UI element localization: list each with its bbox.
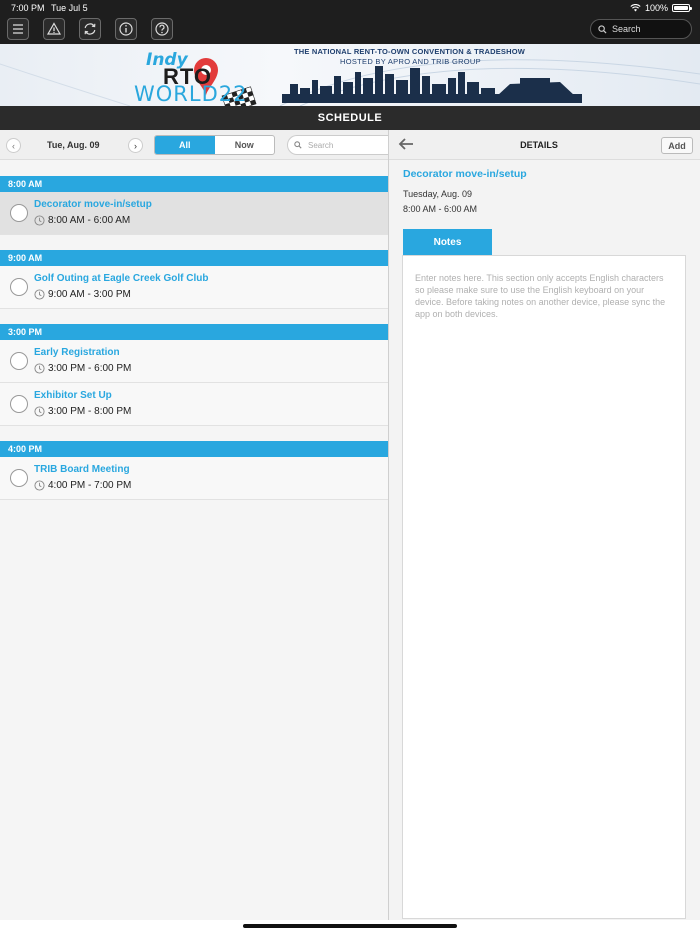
- clock-icon: [34, 215, 45, 226]
- schedule-pane: ‹ Tue, Aug. 09 › All Now Search 8:00 AM …: [0, 130, 388, 920]
- menu-button[interactable]: [7, 18, 29, 40]
- sync-button[interactable]: [79, 18, 101, 40]
- help-icon: [155, 22, 169, 36]
- banner-host: HOSTED BY APRO AND TRIB GROUP: [340, 57, 481, 66]
- search-icon: [294, 141, 302, 149]
- battery-percent: 100%: [644, 3, 668, 13]
- chevron-right-icon: ›: [134, 140, 137, 151]
- menu-icon: [13, 24, 23, 34]
- date-toolbar: ‹ Tue, Aug. 09 › All Now Search: [0, 130, 388, 160]
- status-indicators: 100%: [630, 3, 692, 13]
- event-row[interactable]: Exhibitor Set Up 3:00 PM - 8:00 PM: [0, 383, 388, 426]
- event-name: Decorator move-in/setup: [34, 199, 152, 210]
- search-icon: [598, 24, 607, 34]
- page-title-bar: SCHEDULE: [0, 106, 700, 130]
- status-time: 7:00 PM: [11, 3, 45, 13]
- time-section-header: 4:00 PM: [0, 441, 388, 457]
- help-button[interactable]: [151, 18, 173, 40]
- details-pane: DETAILS Add Decorator move-in/setup Tues…: [389, 130, 700, 920]
- filter-all-tab[interactable]: All: [155, 136, 215, 154]
- battery-icon: [672, 4, 692, 12]
- info-button[interactable]: [115, 18, 137, 40]
- event-name: Early Registration: [34, 347, 120, 358]
- add-button[interactable]: Add: [661, 137, 693, 154]
- event-time: 8:00 AM - 6:00 AM: [48, 215, 131, 226]
- event-time: 4:00 PM - 7:00 PM: [48, 480, 132, 491]
- search-placeholder: Search: [308, 140, 334, 150]
- attend-checkbox[interactable]: [10, 469, 28, 487]
- banner-tagline: THE NATIONAL RENT-TO-OWN CONVENTION & TR…: [294, 47, 526, 56]
- logo-world: WORLD22: [134, 82, 248, 106]
- chevron-left-icon: ‹: [12, 140, 15, 151]
- home-indicator[interactable]: [243, 924, 457, 928]
- event-row[interactable]: Golf Outing at Eagle Creek Golf Club 9:0…: [0, 266, 388, 309]
- global-search-input[interactable]: Search: [590, 19, 692, 39]
- event-time: 3:00 PM - 6:00 PM: [48, 363, 132, 374]
- time-section-header: 3:00 PM: [0, 324, 388, 340]
- top-toolbar: 7:00 PM Tue Jul 5 100% Search: [0, 0, 700, 44]
- attend-checkbox[interactable]: [10, 395, 28, 413]
- previous-day-button[interactable]: ‹: [6, 138, 21, 153]
- status-date: Tue Jul 5: [51, 3, 88, 13]
- detail-event-time: 8:00 AM - 6:00 AM: [403, 204, 478, 214]
- attend-checkbox[interactable]: [10, 352, 28, 370]
- clock-icon: [34, 480, 45, 491]
- sync-icon: [84, 23, 96, 35]
- event-name: Golf Outing at Eagle Creek Golf Club: [34, 273, 209, 284]
- details-toolbar: DETAILS Add: [389, 130, 700, 160]
- filter-segmented-control: All Now: [154, 135, 275, 155]
- event-time: 3:00 PM - 8:00 PM: [48, 406, 132, 417]
- current-date: Tue, Aug. 09: [47, 140, 100, 150]
- info-icon: [119, 22, 133, 36]
- event-name: TRIB Board Meeting: [34, 464, 130, 475]
- clock-icon: [34, 363, 45, 374]
- tab-notes[interactable]: Notes: [403, 229, 492, 255]
- event-row[interactable]: Early Registration 3:00 PM - 6:00 PM: [0, 340, 388, 383]
- event-banner: Indy RTO WORLD22 THE NATIONAL RENT-TO-OW…: [0, 44, 700, 106]
- event-name: Exhibitor Set Up: [34, 390, 112, 401]
- filter-now-tab[interactable]: Now: [215, 136, 275, 154]
- alerts-button[interactable]: [43, 18, 65, 40]
- detail-event-date: Tuesday, Aug. 09: [403, 189, 473, 199]
- alert-icon: [46, 22, 62, 35]
- notes-placeholder: Enter notes here. This section only acce…: [415, 273, 666, 319]
- search-placeholder: Search: [612, 24, 641, 34]
- event-row[interactable]: Decorator move-in/setup 8:00 AM - 6:00 A…: [0, 192, 388, 235]
- event-time: 9:00 AM - 3:00 PM: [48, 289, 131, 300]
- details-title: DETAILS: [520, 140, 558, 150]
- time-section-header: 8:00 AM: [0, 176, 388, 192]
- time-section-header: 9:00 AM: [0, 250, 388, 266]
- event-row[interactable]: TRIB Board Meeting 4:00 PM - 7:00 PM: [0, 457, 388, 500]
- clock-icon: [34, 406, 45, 417]
- page-title: SCHEDULE: [317, 112, 383, 124]
- next-day-button[interactable]: ›: [128, 138, 143, 153]
- detail-event-name: Decorator move-in/setup: [403, 168, 527, 180]
- wifi-icon: [630, 4, 641, 12]
- attend-checkbox[interactable]: [10, 204, 28, 222]
- notes-textarea[interactable]: Enter notes here. This section only acce…: [402, 255, 686, 919]
- clock-icon: [34, 289, 45, 300]
- attend-checkbox[interactable]: [10, 278, 28, 296]
- schedule-search-input[interactable]: Search: [287, 135, 388, 155]
